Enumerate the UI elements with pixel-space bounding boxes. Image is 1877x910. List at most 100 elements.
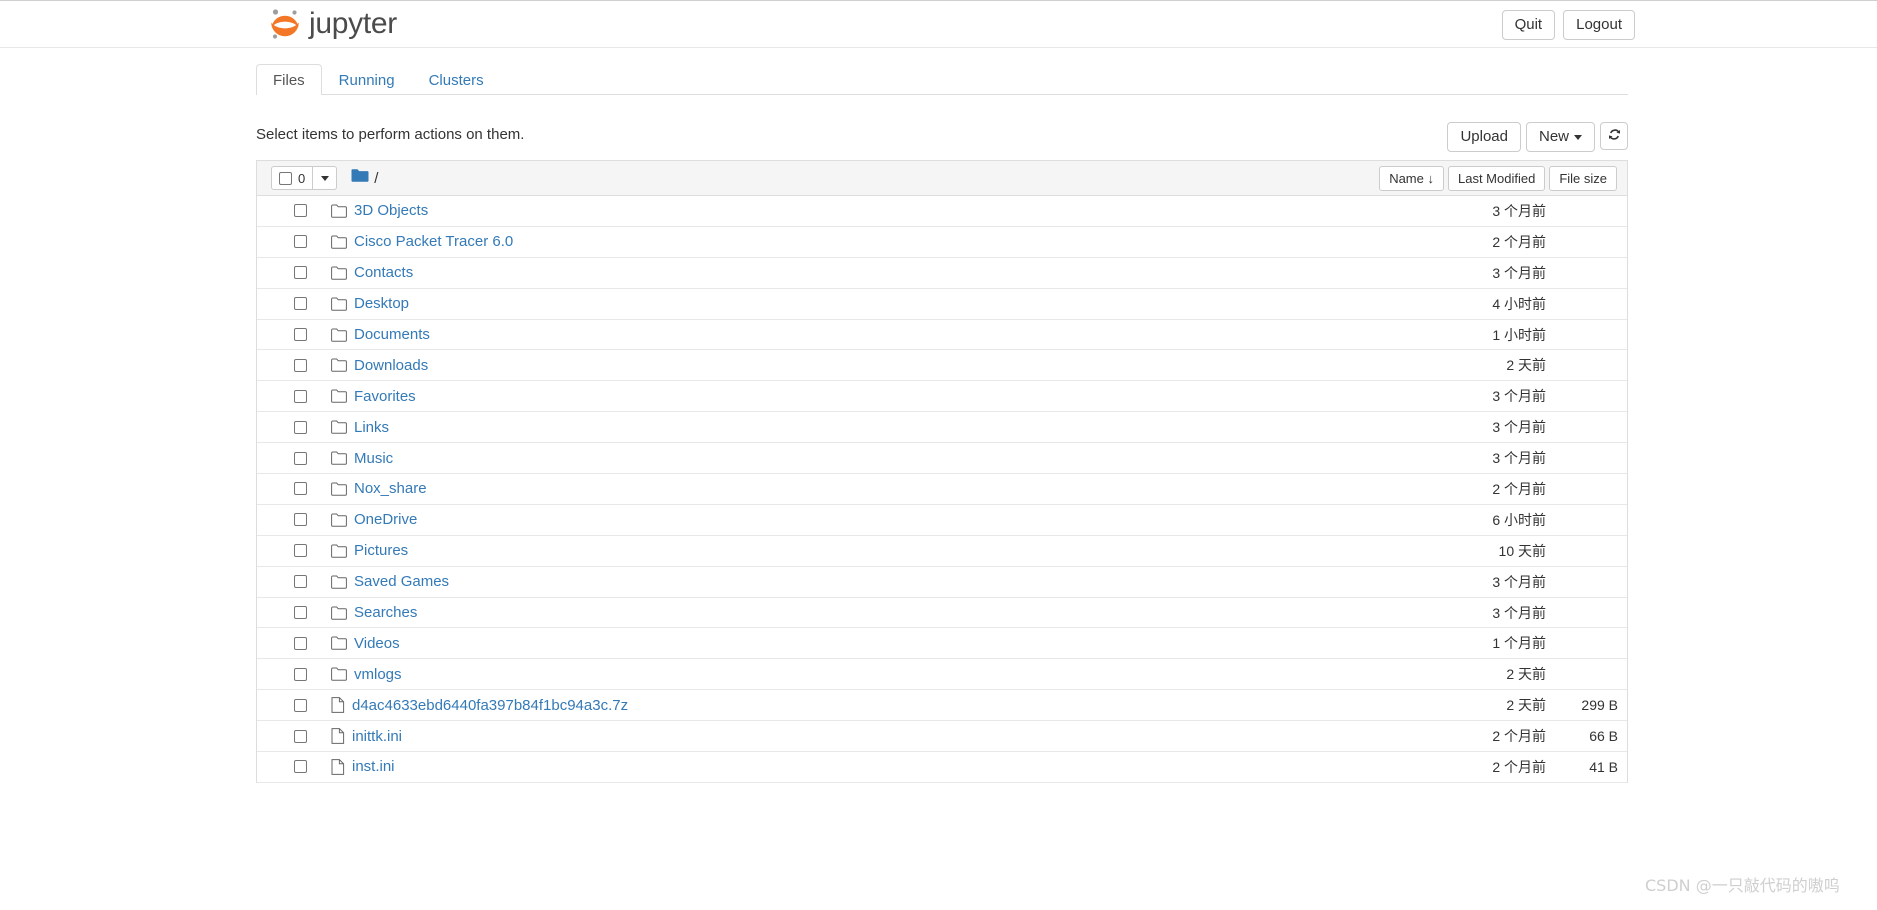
- row-name-link[interactable]: Cisco Packet Tracer 6.0: [354, 233, 513, 250]
- quit-button[interactable]: Quit: [1501, 10, 1556, 40]
- table-row[interactable]: Pictures 10 天前: [257, 535, 1627, 567]
- new-dropdown-button[interactable]: New: [1525, 122, 1595, 152]
- row-checkbox[interactable]: [294, 544, 307, 558]
- row-checkbox[interactable]: [294, 451, 307, 465]
- row-checkbox[interactable]: [294, 266, 307, 280]
- file-icon: [331, 728, 345, 744]
- table-row[interactable]: inittk.ini 2 个月前 66 B: [257, 721, 1627, 753]
- row-checkbox[interactable]: [294, 482, 307, 496]
- table-row[interactable]: Contacts 3 个月前: [257, 257, 1627, 289]
- row-name-link[interactable]: inittk.ini: [352, 728, 402, 745]
- table-row[interactable]: vmlogs 2 天前: [257, 659, 1627, 691]
- table-row[interactable]: Cisco Packet Tracer 6.0 2 个月前: [257, 226, 1627, 258]
- table-row[interactable]: Favorites 3 个月前: [257, 381, 1627, 413]
- refresh-button[interactable]: [1600, 122, 1628, 150]
- row-name-link[interactable]: 3D Objects: [354, 202, 428, 219]
- logout-button[interactable]: Logout: [1563, 10, 1635, 40]
- sort-by-size-button[interactable]: File size: [1549, 166, 1617, 191]
- row-modified: 2 个月前: [1492, 233, 1546, 250]
- row-size: [1552, 350, 1618, 380]
- select-all-dropdown-button[interactable]: [313, 166, 338, 190]
- table-row[interactable]: Desktop 4 小时前: [257, 288, 1627, 320]
- folder-icon: [331, 420, 347, 434]
- row-checkbox[interactable]: [294, 204, 307, 218]
- row-checkbox[interactable]: [294, 575, 307, 589]
- upload-button[interactable]: Upload: [1447, 122, 1521, 152]
- watermark: CSDN @一只敲代码的嗷呜: [1645, 876, 1840, 895]
- row-checkbox[interactable]: [294, 358, 307, 372]
- row-size: 66 B: [1589, 728, 1618, 745]
- row-checkbox[interactable]: [294, 698, 307, 712]
- row-modified: 3 个月前: [1492, 388, 1546, 405]
- row-name-link[interactable]: Videos: [354, 635, 400, 652]
- breadcrumb: /: [351, 168, 378, 188]
- table-row[interactable]: Saved Games 3 个月前: [257, 566, 1627, 598]
- row-name-link[interactable]: Downloads: [354, 357, 428, 374]
- row-name-link[interactable]: Searches: [354, 604, 417, 621]
- table-row[interactable]: Nox_share 2 个月前: [257, 474, 1627, 505]
- folder-icon: [331, 667, 347, 681]
- tab-clusters[interactable]: Clusters: [412, 64, 501, 95]
- row-name-link[interactable]: Pictures: [354, 542, 408, 559]
- row-checkbox[interactable]: [294, 760, 307, 774]
- file-list-header: 0 / Name ↓ Last Modified File size: [257, 161, 1627, 196]
- row-checkbox[interactable]: [294, 667, 307, 681]
- jupyter-brand-link[interactable]: jupyter: [268, 5, 397, 43]
- row-name-link[interactable]: Saved Games: [354, 573, 449, 590]
- row-name-link[interactable]: Links: [354, 419, 389, 436]
- row-name-link[interactable]: d4ac4633ebd6440fa397b84f1bc94a3c.7z: [352, 697, 628, 714]
- row-name-link[interactable]: inst.ini: [352, 758, 395, 775]
- table-row[interactable]: Downloads 2 天前: [257, 350, 1627, 382]
- select-all-group: 0: [271, 166, 338, 190]
- selected-count: 0: [298, 170, 306, 186]
- folder-icon: [331, 389, 347, 403]
- table-row[interactable]: d4ac4633ebd6440fa397b84f1bc94a3c.7z 2 天前 2…: [257, 690, 1627, 722]
- row-checkbox[interactable]: [294, 328, 307, 341]
- sort-by-name-button[interactable]: Name ↓: [1379, 166, 1444, 191]
- row-modified: 1 小时前: [1492, 326, 1546, 343]
- row-size: [1552, 536, 1618, 566]
- row-name-link[interactable]: Desktop: [354, 295, 409, 312]
- breadcrumb-root[interactable]: /: [374, 170, 378, 187]
- select-all-button[interactable]: 0: [271, 166, 314, 190]
- folder-icon: [331, 575, 347, 589]
- row-modified: 6 小时前: [1492, 511, 1546, 528]
- table-row[interactable]: Videos 1 个月前: [257, 628, 1627, 660]
- row-checkbox[interactable]: [294, 297, 307, 311]
- row-name-link[interactable]: OneDrive: [354, 511, 417, 528]
- row-name-link[interactable]: Favorites: [354, 388, 416, 405]
- table-row[interactable]: OneDrive 6 小时前: [257, 504, 1627, 536]
- row-modified: 4 小时前: [1492, 295, 1546, 312]
- row-checkbox[interactable]: [294, 389, 307, 403]
- row-size: [1552, 628, 1618, 658]
- row-name-link[interactable]: Nox_share: [354, 480, 427, 497]
- row-name-link[interactable]: Documents: [354, 326, 430, 343]
- row-name-link[interactable]: Contacts: [354, 264, 413, 281]
- selection-instruction: Select items to perform actions on them.: [256, 126, 525, 143]
- folder-filled-icon: [351, 168, 369, 188]
- row-name-link[interactable]: vmlogs: [354, 666, 402, 683]
- row-modified: 3 个月前: [1492, 450, 1546, 467]
- select-all-checkbox[interactable]: [279, 171, 292, 185]
- folder-icon: [331, 235, 347, 249]
- tab-files[interactable]: Files: [256, 64, 322, 95]
- row-checkbox[interactable]: [294, 636, 307, 650]
- row-checkbox[interactable]: [294, 420, 307, 434]
- folder-icon: [331, 266, 347, 280]
- row-name-link[interactable]: Music: [354, 450, 393, 467]
- table-row[interactable]: Links 3 个月前: [257, 412, 1627, 444]
- row-checkbox[interactable]: [294, 235, 307, 249]
- navbar-actions: Quit Logout: [1501, 10, 1635, 40]
- row-checkbox[interactable]: [294, 513, 307, 527]
- table-row[interactable]: inst.ini 2 个月前 41 B: [257, 752, 1627, 783]
- table-row[interactable]: 3D Objects 3 个月前: [257, 196, 1627, 227]
- sort-by-modified-button[interactable]: Last Modified: [1447, 166, 1546, 191]
- tab-running[interactable]: Running: [322, 64, 412, 95]
- row-modified: 2 个月前: [1492, 758, 1546, 775]
- table-row[interactable]: Music 3 个月前: [257, 443, 1627, 475]
- row-checkbox[interactable]: [294, 729, 307, 743]
- table-row[interactable]: Documents 1 小时前: [257, 319, 1627, 351]
- row-checkbox[interactable]: [294, 606, 307, 620]
- table-row[interactable]: Searches 3 个月前: [257, 597, 1627, 629]
- top-navbar: jupyter Quit Logout: [0, 0, 1877, 48]
